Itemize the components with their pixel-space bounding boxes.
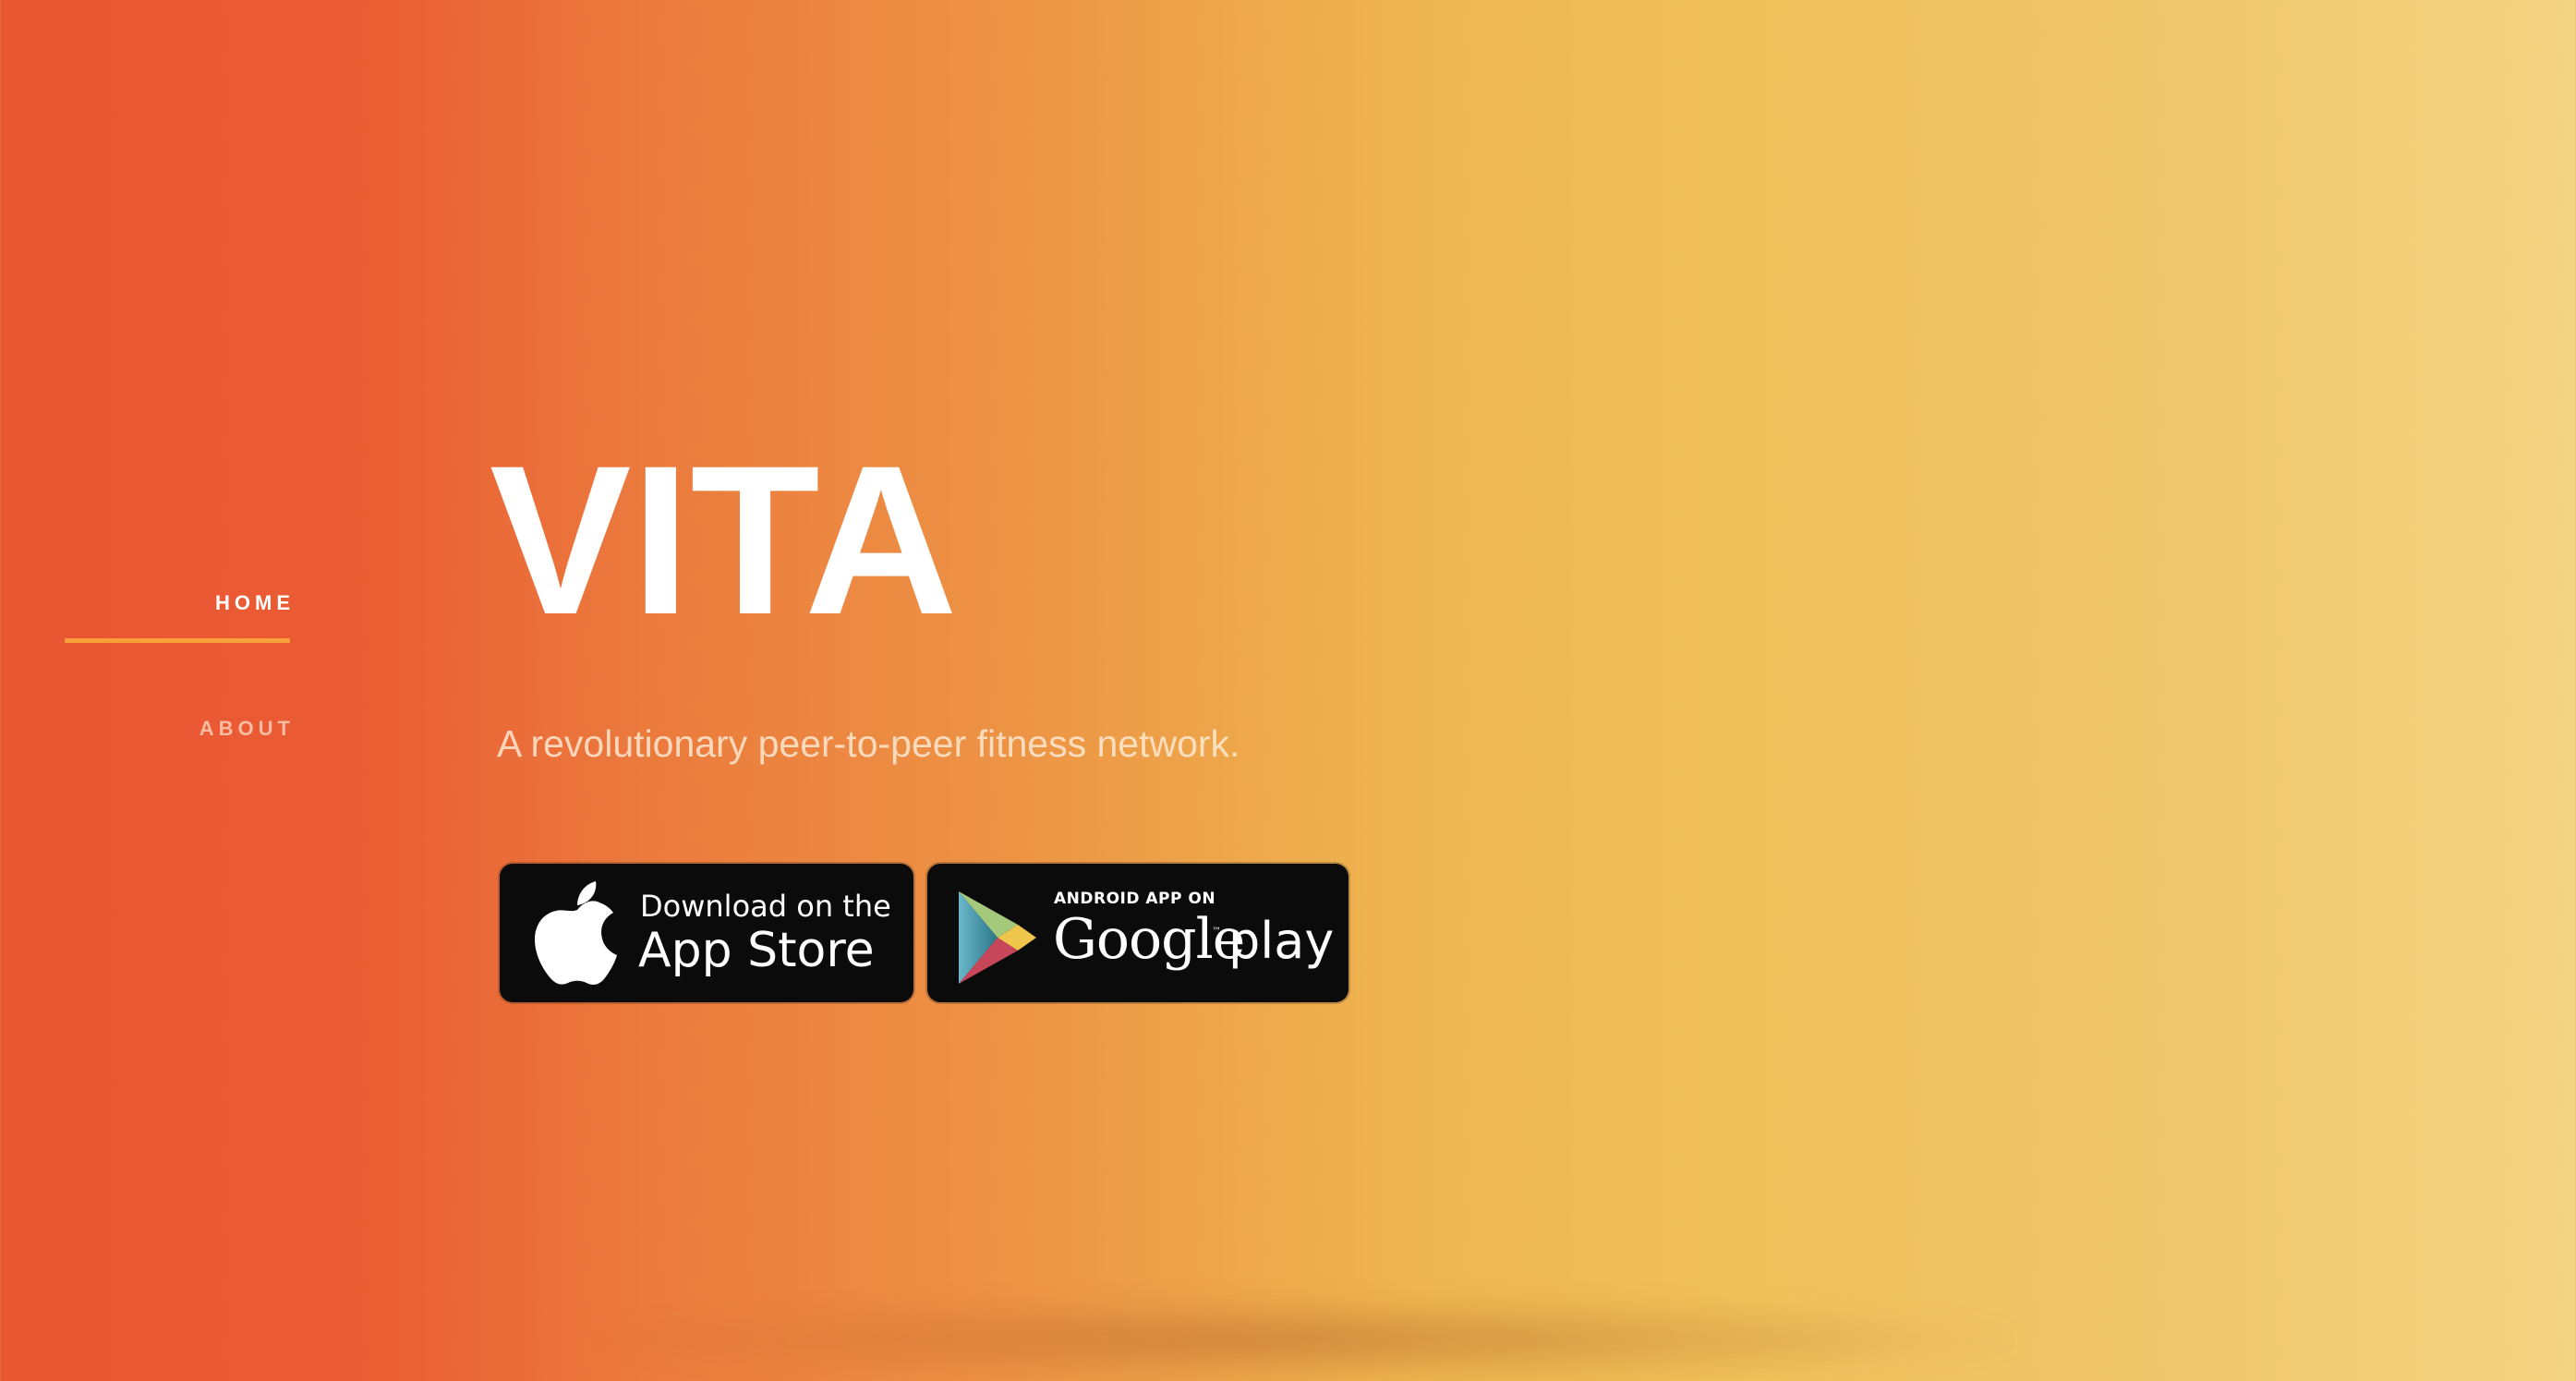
google-play-badge[interactable]: ANDROID APP ON Google ™ play [927,864,1348,1002]
google-play-logo-icon [959,891,1036,984]
google-trademark: ™ [1212,927,1221,937]
nav-item-about[interactable]: ABOUT [65,717,295,741]
apple-logo-icon [535,881,617,985]
app-store-line1: Download on the [640,889,891,924]
google-play-line1: ANDROID APP ON [1054,890,1216,908]
side-nav: HOME ABOUT [65,573,290,741]
bottom-shadow [573,1298,2050,1381]
app-store-badge[interactable]: Download on the App Store [500,864,913,1002]
app-store-line2: App Store [638,923,875,978]
google-wordmark: Google [1053,907,1245,972]
nav-item-home[interactable]: HOME [65,573,295,620]
google-play-line2: play [1228,912,1335,970]
hero-tagline: A revolutionary peer-to-peer fitness net… [497,722,1240,765]
nav-active-indicator [65,638,290,643]
hero-title: VITA [490,421,958,659]
